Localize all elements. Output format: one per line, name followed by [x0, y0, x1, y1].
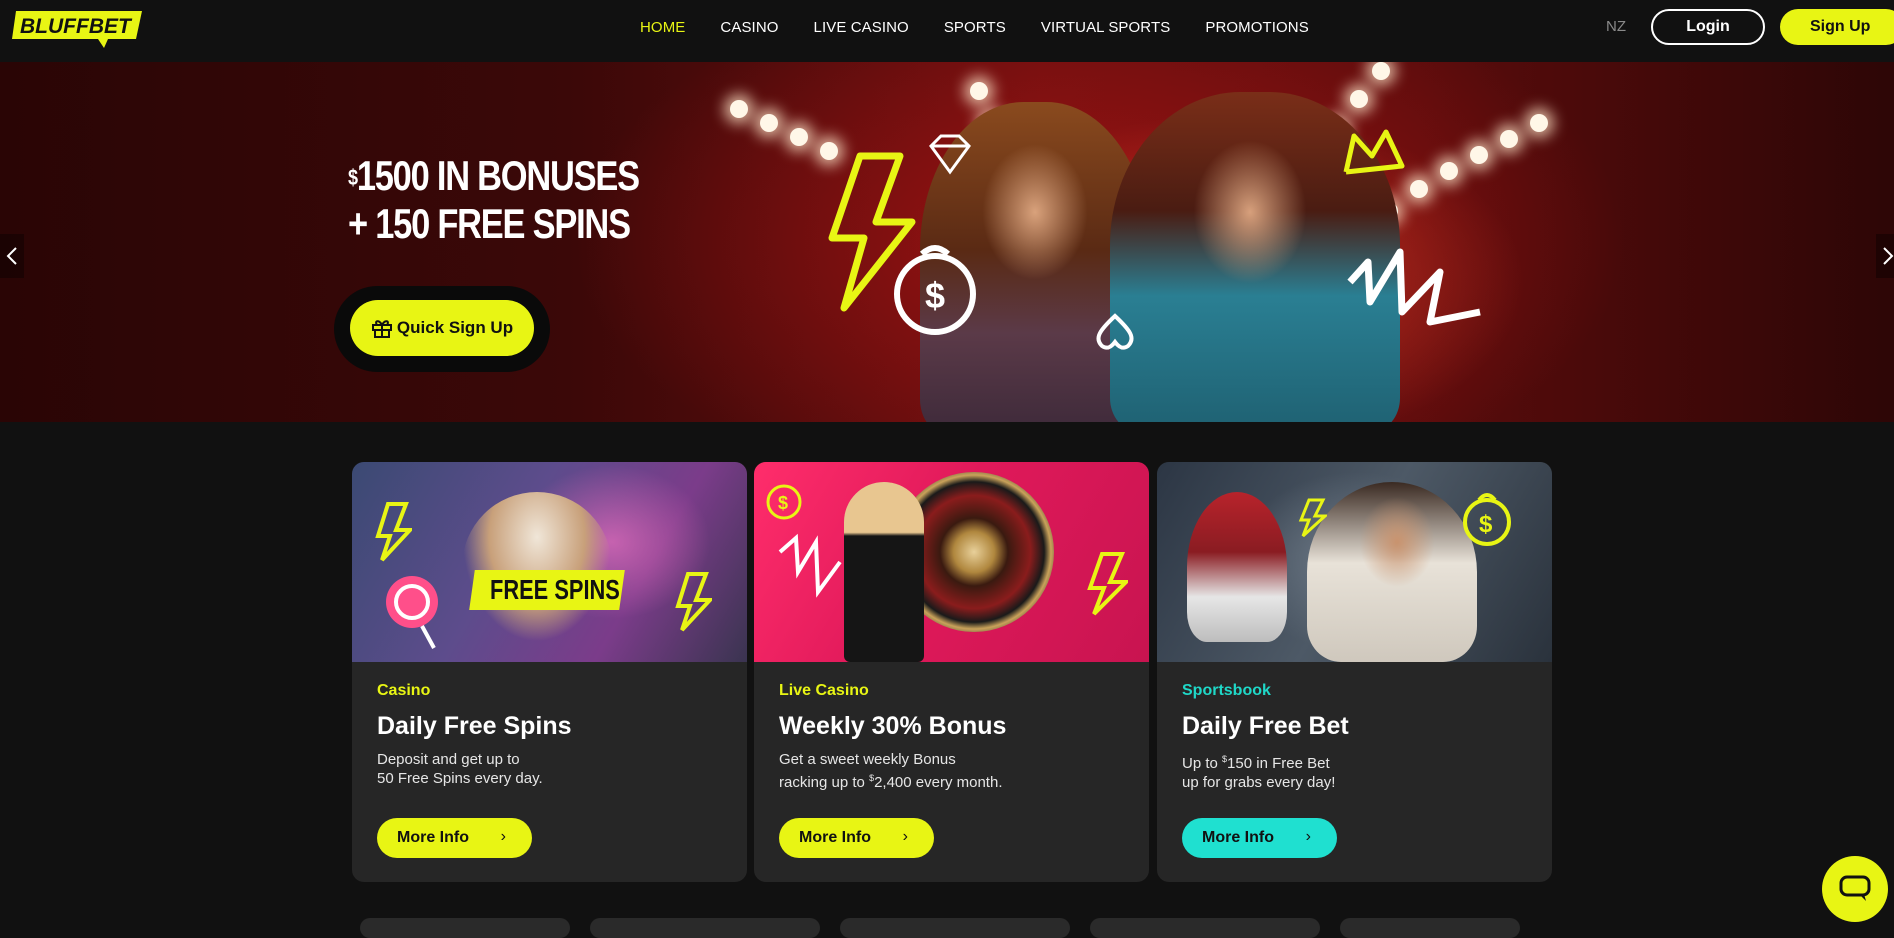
spotlight-light [1500, 130, 1518, 148]
more-info-button[interactable]: More Info › [1182, 818, 1337, 858]
zigzag-doodle-icon [1347, 248, 1481, 326]
zigzag-doodle-icon [778, 533, 842, 598]
card-description: Deposit and get up to 50 Free Spins ever… [377, 750, 717, 788]
region-selector[interactable]: NZ [1606, 18, 1626, 35]
svg-text:$: $ [778, 493, 788, 513]
more-info-button[interactable]: More Info › [779, 818, 934, 858]
card-category: Casino [377, 682, 431, 699]
spade-icon [1096, 313, 1134, 350]
nav-promotions[interactable]: PROMOTIONS [1205, 19, 1309, 36]
card-category: Live Casino [779, 682, 869, 699]
spotlight-light [1530, 114, 1548, 132]
casino-promo-image[interactable]: FREE SPINS [352, 462, 747, 662]
login-button[interactable]: Login [1651, 9, 1765, 45]
lightning-icon [675, 572, 712, 632]
more-info-label: More Info [1202, 829, 1274, 846]
bottom-category-tab[interactable] [1340, 918, 1520, 938]
promo-card-sportsbook: $ Sportsbook Daily Free Bet Up to $150 i… [1157, 462, 1552, 882]
logo-text: BLUFFBET [20, 15, 133, 38]
site-header: BLUFFBET HOME CASINO LIVE CASINO SPORTS … [0, 0, 1894, 62]
spotlight-light [970, 82, 988, 100]
bottom-category-tab[interactable] [590, 918, 820, 938]
gift-icon [371, 320, 392, 338]
card-description-line: racking up to $2,400 every month. [779, 773, 1003, 791]
money-bag-icon: $ [766, 484, 802, 520]
live-chat-button[interactable] [1822, 856, 1888, 922]
hero-next-button[interactable] [1876, 234, 1894, 278]
chevron-left-icon [6, 247, 17, 265]
card-description-line: Get a sweet weekly Bonus [779, 751, 956, 768]
card-description-line: Deposit and get up to [377, 751, 520, 768]
hero-banner[interactable]: $ $1500 IN BONUSES + 150 FREE SPINS Quic… [0, 62, 1894, 422]
card-description-line: up for grabs every day! [1182, 774, 1336, 791]
quick-signup-label: Quick Sign Up [396, 318, 514, 337]
card-description: Up to $150 in Free Bet up for grabs ever… [1182, 750, 1522, 792]
bottom-category-tab[interactable] [360, 918, 570, 938]
quick-signup-button[interactable]: Quick Sign Up [350, 300, 534, 356]
chevron-right-icon: › [500, 828, 506, 845]
svg-text:$: $ [925, 275, 945, 316]
nav-sports[interactable]: SPORTS [944, 19, 1006, 36]
bluffbet-logo[interactable]: BLUFFBET [12, 9, 144, 49]
free-spins-badge-text: FREE SPINS [490, 574, 620, 605]
chevron-right-icon: › [1305, 828, 1311, 845]
more-info-button[interactable]: More Info › [377, 818, 532, 858]
money-bag-icon: $ [894, 245, 976, 335]
diamond-icon [929, 134, 971, 175]
card-category: Sportsbook [1182, 682, 1271, 699]
hero-line-1: 1500 IN BONUSES [356, 152, 640, 199]
hero-title: $1500 IN BONUSES + 150 FREE SPINS [348, 152, 640, 248]
card-title: Daily Free Spins [377, 712, 572, 740]
promo-card-casino: FREE SPINS Casino Daily Free Spins Depos… [352, 462, 747, 882]
crown-icon [1343, 129, 1405, 175]
hero-prev-button[interactable] [0, 234, 24, 278]
promo-card-live-casino: $ Live Casino Weekly 30% Bonus Get a swe… [754, 462, 1149, 882]
cricket-player-figure [1187, 492, 1287, 642]
lollipop-icon [386, 576, 438, 649]
card-description-line: 50 Free Spins every day. [377, 770, 543, 787]
zeus-figure [462, 492, 612, 642]
card-description: Get a sweet weekly Bonus racking up to $… [779, 750, 1119, 792]
nav-live-casino[interactable]: LIVE CASINO [814, 19, 909, 36]
money-bag-icon: $ [1463, 493, 1511, 546]
spotlight-light [1372, 62, 1390, 80]
bottom-category-tab[interactable] [1090, 918, 1320, 938]
rugby-player-figure [1307, 482, 1477, 662]
nav-home[interactable]: HOME [640, 19, 685, 36]
spotlight-light [1470, 146, 1488, 164]
lightning-icon [375, 502, 412, 562]
svg-text:$: $ [1479, 511, 1493, 538]
chat-icon [1839, 875, 1871, 901]
hero-currency-symbol: $ [348, 165, 358, 190]
card-title: Weekly 30% Bonus [779, 712, 1007, 740]
dealer-figure [844, 482, 924, 662]
live-casino-promo-image[interactable]: $ [754, 462, 1149, 662]
card-description-line: Up to $150 in Free Bet [1182, 754, 1330, 772]
card-title: Daily Free Bet [1182, 712, 1349, 740]
spotlight-light [1410, 180, 1428, 198]
spotlight-light [730, 100, 748, 118]
sportsbook-promo-image[interactable]: $ [1157, 462, 1552, 662]
more-info-label: More Info [799, 829, 871, 846]
main-nav: HOME CASINO LIVE CASINO SPORTS VIRTUAL S… [640, 0, 1344, 54]
nav-virtual-sports[interactable]: VIRTUAL SPORTS [1041, 19, 1171, 36]
spotlight-light [790, 128, 808, 146]
chevron-right-icon: › [902, 828, 908, 845]
hero-line-2: + 150 FREE SPINS [348, 200, 631, 247]
lightning-icon [1087, 552, 1128, 616]
more-info-label: More Info [397, 829, 469, 846]
signup-button[interactable]: Sign Up [1780, 9, 1894, 45]
spotlight-light [1350, 90, 1368, 108]
spotlight-light [1440, 162, 1458, 180]
bottom-category-tab[interactable] [840, 918, 1070, 938]
lightning-icon [1298, 498, 1327, 538]
chevron-right-icon [1883, 247, 1894, 265]
spotlight-light [760, 114, 778, 132]
nav-casino[interactable]: CASINO [720, 19, 778, 36]
